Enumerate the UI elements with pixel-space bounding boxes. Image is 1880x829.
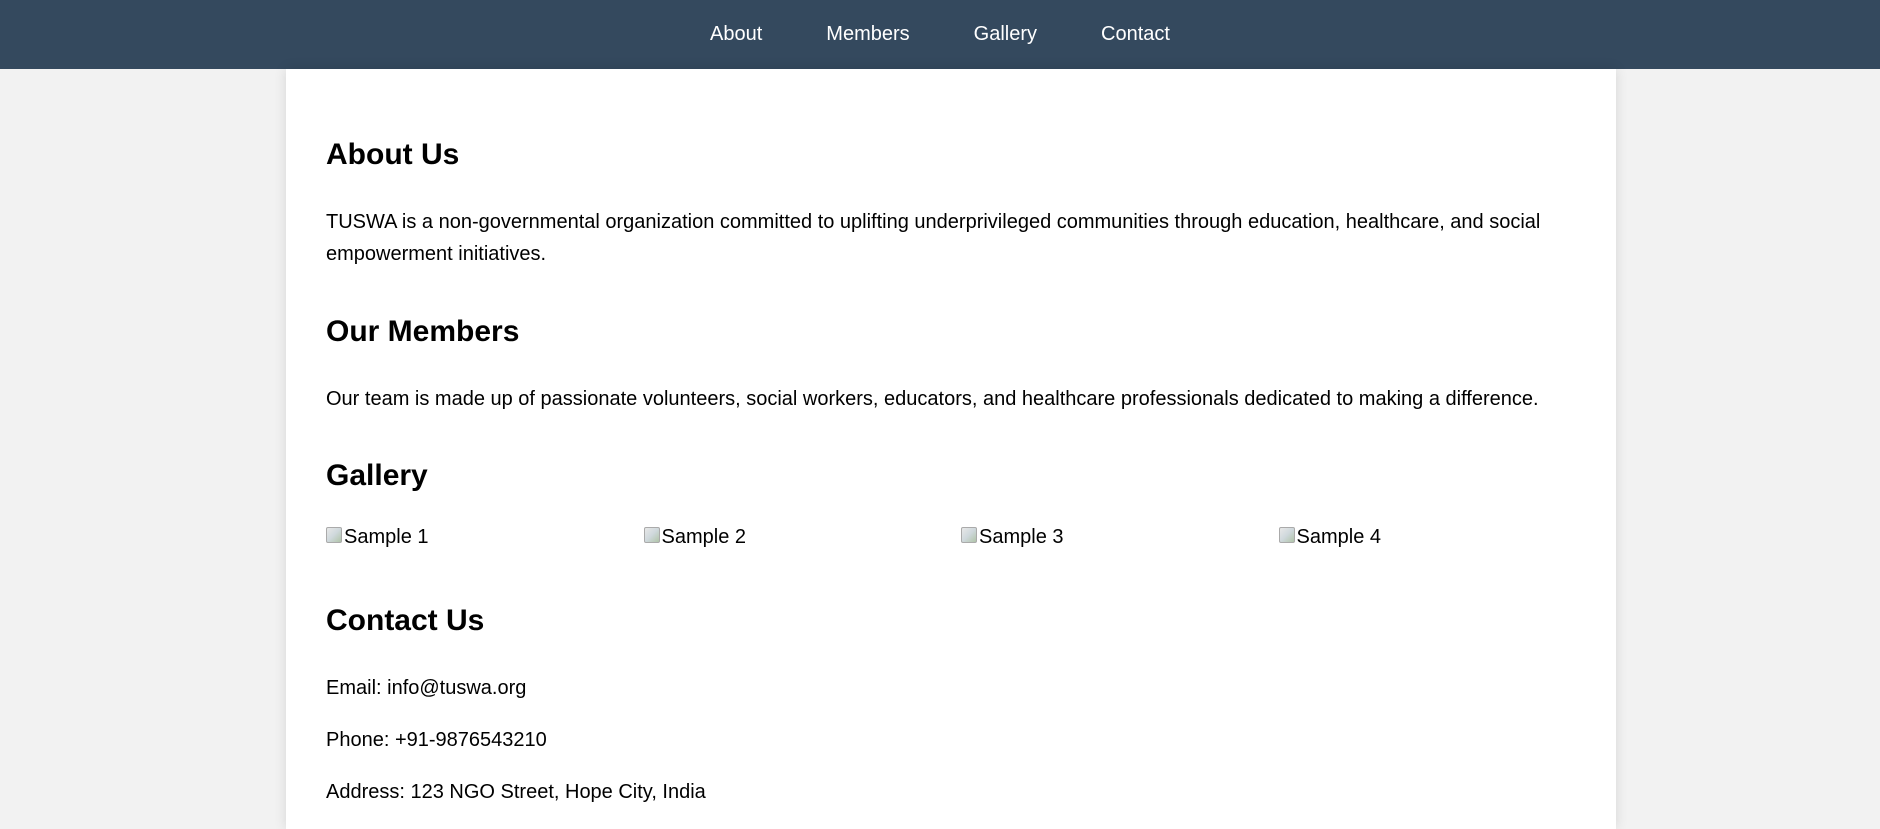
gallery-heading: Gallery [326,459,428,492]
members-heading: Our Members [326,315,520,348]
gallery-image-alt: Sample 3 [979,526,1064,548]
gallery-image-alt: Sample 4 [1296,526,1382,548]
gallery-image[interactable]: Sample 4 [1278,526,1597,549]
gallery-image[interactable]: Sample 1 [326,526,644,549]
contact-address: Address: 123 NGO Street, Hope City, Indi… [326,781,706,803]
contact-email: Email: info@tuswa.org [326,677,527,699]
nav-link-gallery[interactable]: Gallery [942,0,1069,69]
broken-image-icon [961,526,977,543]
contact-heading: Contact Us [326,604,485,637]
contact-phone: Phone: +91-9876543210 [326,729,547,751]
nav-link-contact[interactable]: Contact [1069,0,1202,69]
broken-image-icon [1278,526,1295,543]
members-text: Our team is made up of passionate volunt… [326,388,1539,410]
gallery-image-alt: Sample 2 [661,526,747,548]
top-navbar: About Members Gallery Contact [0,0,1880,69]
nav-link-members[interactable]: Members [794,0,941,69]
about-heading: About Us [326,138,460,171]
broken-image-icon [326,526,342,543]
main-content-card: About Us TUSWA is a non-governmental org… [286,69,1616,829]
gallery-image[interactable]: Sample 2 [643,526,962,549]
nav-link-about[interactable]: About [678,0,794,69]
about-text: TUSWA is a non-governmental organization… [326,211,1541,265]
gallery-grid: Sample 1 Sample 2 Sample 3 Sample 4 [326,526,1596,549]
gallery-image[interactable]: Sample 3 [961,526,1279,549]
gallery-image-alt: Sample 1 [344,526,429,548]
broken-image-icon [643,526,660,543]
